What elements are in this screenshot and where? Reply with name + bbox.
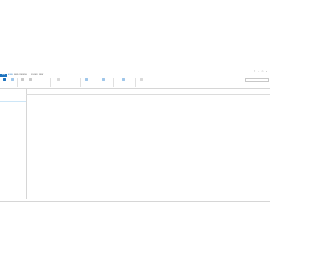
status-bar: [0, 200, 270, 205]
folder-item-selected[interactable]: [0, 100, 26, 103]
delete-icon: [21, 78, 24, 81]
move-icon: [84, 78, 88, 81]
ribbon-button-2[interactable]: [9, 78, 16, 85]
ribbon-button-3[interactable]: [19, 78, 26, 85]
reply-icon: [29, 78, 32, 81]
ribbon-button-9[interactable]: [137, 78, 145, 85]
send-receive-icon: [139, 78, 143, 81]
close-button[interactable]: ×: [265, 71, 268, 73]
ribbon-button-5[interactable]: [52, 78, 64, 85]
app-window: ? – □ × FILE HOME SEND / RECEIVE FOLDER …: [0, 70, 270, 204]
folder-pane: [0, 88, 27, 199]
message-list: [26, 89, 270, 199]
search-input[interactable]: [245, 78, 269, 83]
ribbon-button-8[interactable]: [119, 78, 128, 85]
help-button[interactable]: ?: [253, 71, 256, 73]
ribbon: [0, 77, 270, 89]
page: { "window": { "title": "", "controls": […: [0, 0, 270, 270]
mail-icon: [3, 78, 6, 81]
find-icon: [122, 78, 125, 81]
ribbon-button-1[interactable]: [1, 78, 8, 85]
ribbon-button-7[interactable]: [98, 78, 108, 85]
ribbon-button-4[interactable]: [27, 78, 34, 85]
mail-icon: [11, 78, 14, 81]
ribbon-button-6[interactable]: [82, 78, 90, 85]
tags-icon: [101, 78, 105, 81]
minimize-button[interactable]: –: [257, 71, 260, 73]
maximize-button[interactable]: □: [261, 71, 264, 73]
quick-steps-icon: [56, 78, 60, 81]
